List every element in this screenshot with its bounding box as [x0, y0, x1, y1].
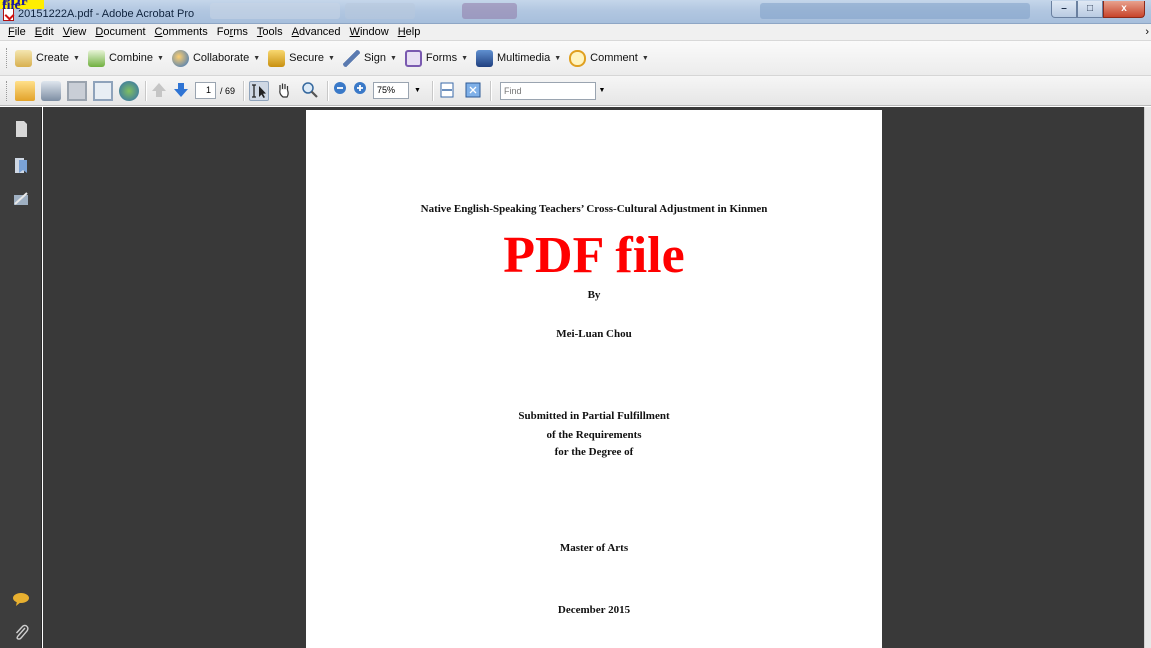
sign-button[interactable]: Sign ▼ — [342, 49, 397, 67]
hand-tool-icon[interactable] — [275, 81, 295, 101]
pages-panel-icon[interactable] — [12, 119, 30, 139]
overlay-label: PDF file — [0, 0, 44, 9]
save-icon[interactable] — [67, 80, 87, 101]
chevron-down-icon[interactable]: ▼ — [412, 82, 423, 99]
menu-help[interactable]: Help — [394, 24, 426, 40]
navigation-pane — [0, 107, 42, 648]
by-label: By — [587, 289, 601, 301]
author-name: Mei-Luan Chou — [556, 328, 632, 340]
select-text-icon[interactable] — [249, 80, 270, 101]
chevron-down-icon: ▼ — [328, 54, 335, 62]
chevron-down-icon: ▼ — [554, 54, 562, 62]
chevron-down-icon[interactable]: ▼ — [596, 82, 608, 100]
toolbar-separator — [490, 80, 492, 101]
page-total: / 69 — [220, 85, 236, 96]
web-collaboration-icon[interactable] — [119, 80, 139, 101]
toolbar-separator — [145, 80, 146, 101]
open-folder-icon[interactable] — [15, 80, 35, 101]
forms-button[interactable]: Forms ▼ — [404, 49, 469, 67]
pdf-page[interactable]: Native English-Speaking Teachers’ Cross-… — [306, 110, 882, 648]
attachments-panel-icon[interactable] — [12, 622, 30, 642]
combine-button[interactable]: Combine ▼ — [87, 49, 164, 67]
background-blur — [760, 3, 1030, 19]
menu-bar: File Edit View Document Comments Forms T… — [0, 24, 1151, 41]
multimedia-icon — [476, 49, 494, 67]
toolbar-grip[interactable] — [6, 48, 9, 68]
zoom-out-icon[interactable] — [333, 81, 347, 101]
menu-view[interactable]: View — [59, 24, 92, 40]
file-toolbar: 1 / 69 75% ▼ Find ▼ — [0, 76, 1151, 106]
pen-icon — [342, 49, 360, 67]
bookmarks-panel-icon[interactable] — [12, 155, 30, 175]
marquee-zoom-icon[interactable] — [301, 81, 321, 101]
acrobat-app-icon — [3, 8, 14, 21]
submission-line-1: Submitted in Partial Fulfillment — [518, 410, 670, 422]
signatures-panel-icon[interactable] — [12, 189, 30, 209]
menu-document[interactable]: Document — [91, 24, 150, 40]
menu-overflow-icon[interactable]: › — [1145, 26, 1149, 38]
background-blur — [345, 3, 415, 19]
create-button[interactable]: Create ▼ — [15, 49, 80, 67]
chevron-down-icon: ▼ — [389, 54, 397, 62]
window-title-bar[interactable]: 20151222A.pdf - Adobe Acrobat Pro – □ x — [0, 0, 1151, 24]
comment-icon — [569, 49, 587, 67]
menu-tools[interactable]: Tools — [253, 24, 288, 40]
create-icon — [15, 49, 32, 67]
tasks-toolbar: Create ▼ Combine ▼ Collaborate ▼ Secure ▼ Si… — [0, 41, 1151, 76]
comments-panel-icon[interactable] — [12, 589, 30, 609]
chevron-down-icon: ▼ — [157, 54, 164, 62]
comment-button[interactable]: Comment ▼ — [569, 49, 649, 67]
thesis-title: Native English-Speaking Teachers’ Cross-… — [420, 203, 768, 215]
close-button[interactable]: x — [1103, 1, 1145, 18]
page-number-input[interactable]: 1 — [195, 82, 216, 99]
menu-edit[interactable]: Edit — [31, 24, 59, 40]
menu-window[interactable]: Window — [346, 24, 394, 40]
menu-forms[interactable]: Forms — [213, 24, 253, 40]
submission-line-3: for the Degree of — [554, 446, 634, 458]
zoom-input[interactable]: 75% — [373, 82, 410, 99]
toolbar-separator — [243, 80, 245, 101]
submission-date: December 2015 — [557, 604, 631, 616]
chevron-down-icon: ▼ — [461, 54, 469, 62]
forms-icon — [404, 49, 422, 67]
collaborate-icon — [171, 49, 189, 67]
maximize-button[interactable]: □ — [1077, 1, 1103, 18]
multimedia-button[interactable]: Multimedia ▼ — [476, 49, 562, 67]
menu-comments[interactable]: Comments — [151, 24, 213, 40]
secure-button[interactable]: Secure ▼ — [268, 49, 335, 67]
previous-page-icon[interactable] — [151, 81, 167, 101]
vertical-scrollbar[interactable] — [1144, 107, 1151, 648]
submission-line-2: of the Requirements — [546, 429, 642, 441]
collaborate-button[interactable]: Collaborate ▼ — [171, 49, 261, 67]
combine-icon — [87, 49, 105, 67]
menu-file[interactable]: File — [4, 24, 31, 40]
lock-icon — [268, 49, 286, 67]
next-page-icon[interactable] — [173, 81, 189, 101]
zoom-in-icon[interactable] — [353, 81, 367, 101]
fit-width-icon[interactable] — [438, 81, 458, 101]
background-blur — [210, 3, 340, 19]
toolbar-separator — [432, 80, 434, 101]
email-icon[interactable] — [93, 80, 113, 101]
pdf-file-stamp: PDF file — [503, 227, 685, 284]
chevron-down-icon: ▼ — [73, 54, 80, 62]
window-controls: – □ x — [1051, 1, 1145, 19]
window-title: 20151222A.pdf - Adobe Acrobat Pro — [18, 8, 195, 20]
toolbar-grip[interactable] — [6, 80, 9, 101]
chevron-down-icon: ▼ — [641, 54, 649, 62]
minimize-button[interactable]: – — [1051, 1, 1077, 18]
print-icon[interactable] — [41, 80, 61, 101]
background-blur — [462, 3, 517, 19]
degree-name: Master of Arts — [559, 542, 629, 554]
fit-page-icon[interactable] — [464, 81, 484, 101]
toolbar-separator — [327, 80, 329, 101]
menu-advanced[interactable]: Advanced — [288, 24, 346, 40]
find-input[interactable]: Find — [500, 81, 597, 100]
chevron-down-icon: ▼ — [253, 54, 261, 62]
